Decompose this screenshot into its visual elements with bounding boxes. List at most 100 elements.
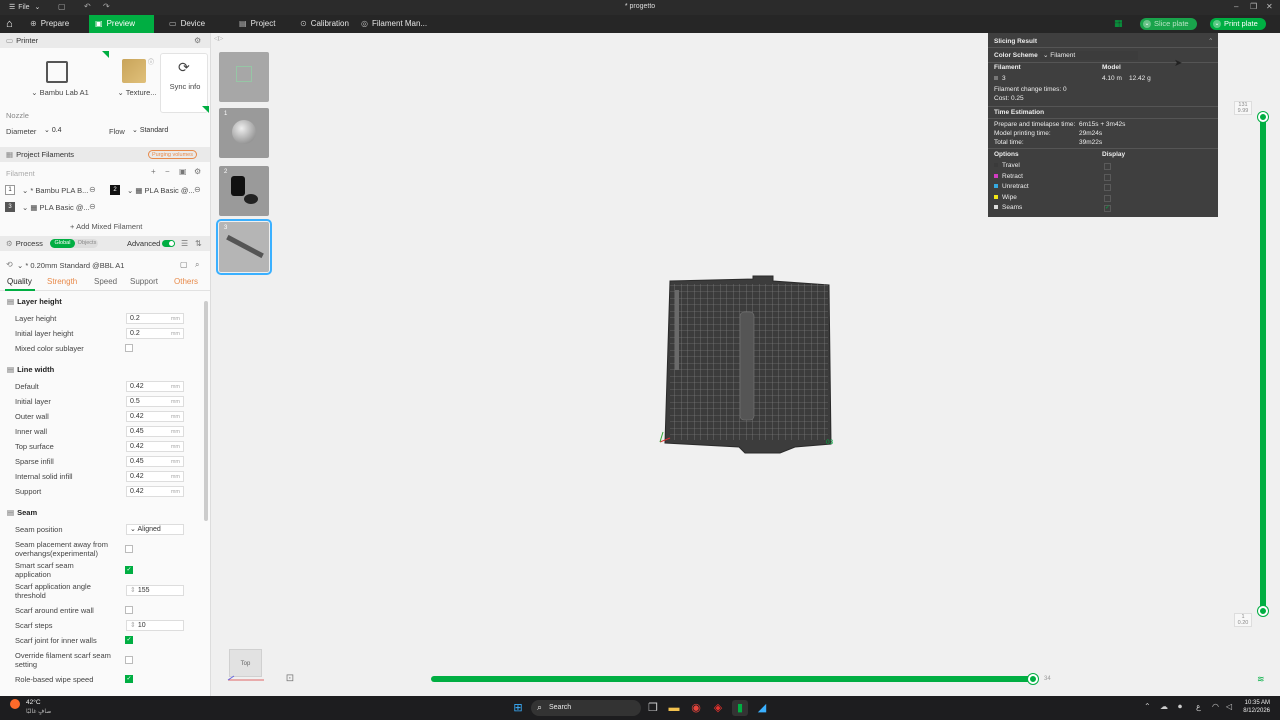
tab-strength[interactable]: Strength [47, 277, 77, 286]
filament-1-select[interactable]: ⌄ * Bambu PLA B... [22, 186, 88, 195]
objects-toggle[interactable]: Objects [76, 239, 98, 248]
wifi-icon[interactable]: ◠ [1212, 702, 1219, 711]
tab-filament-manager[interactable]: ◎ Filament Man... [355, 15, 433, 33]
tab-others[interactable]: Others [174, 277, 198, 286]
option-display-checkbox[interactable] [1104, 194, 1111, 202]
filament-3-edit-icon[interactable]: ⊖ [89, 202, 96, 211]
plate-type-card[interactable]: ⌄ Texture... ⓘ [114, 51, 157, 131]
reset-icon[interactable]: ⟲ [6, 260, 13, 269]
scarf-inner-walls-checkbox[interactable]: ✓ [125, 636, 133, 644]
clock-time[interactable]: 10:35 AM [1236, 700, 1270, 706]
list-icon[interactable]: ☰ [181, 236, 188, 251]
process-scope-toggle[interactable]: Global Objects [50, 239, 98, 248]
purging-volumes-button[interactable]: Purging volumes [148, 150, 197, 159]
option-display-checkbox[interactable] [1104, 163, 1111, 170]
app-icon[interactable]: ◈ [710, 700, 726, 716]
plate-thumb-0[interactable] [219, 52, 269, 102]
compare-icon[interactable]: ⇅ [195, 236, 202, 251]
tray-app-icon[interactable]: ☁ [1160, 702, 1168, 711]
volume-icon[interactable]: ◁ [1226, 702, 1232, 711]
gcode-progress-knob[interactable] [1027, 674, 1038, 684]
slice-plate-button[interactable]: ⌄ Slice plate [1140, 18, 1197, 30]
line-width-input[interactable]: 0.42 mm [126, 486, 184, 497]
tab-support[interactable]: Support [130, 277, 158, 286]
line-width-input[interactable]: 0.45 mm [126, 426, 184, 437]
tab-prepare[interactable]: ⊕ Prepare [24, 15, 75, 33]
line-width-input[interactable]: 0.5 mm [126, 396, 184, 407]
scarf-steps-input[interactable]: ⇕ 10 [126, 620, 184, 631]
remove-filament-icon[interactable]: − [165, 167, 170, 176]
diameter-select[interactable]: ⌄ 0.4 [40, 125, 104, 136]
filament-sync-icon[interactable]: ▣ [179, 167, 187, 176]
language-icon[interactable]: ع [1196, 702, 1201, 711]
fit-view-icon[interactable]: ⊡ [284, 673, 296, 685]
mixed-color-sublayer-checkbox[interactable] [125, 344, 133, 352]
gear-icon[interactable]: ⚙ [194, 33, 201, 48]
line-width-input[interactable]: 0.42 mm [126, 471, 184, 482]
clock-date[interactable]: 8/12/2026 [1236, 708, 1270, 714]
search-icon[interactable]: ⌕ [195, 260, 199, 270]
info-icon[interactable]: ⓘ [148, 57, 154, 66]
gcode-progress-track[interactable] [431, 676, 1036, 682]
microphone-icon[interactable]: ⏺ [1178, 702, 1182, 712]
layer-slider-track[interactable] [1260, 116, 1266, 614]
option-display-checkbox[interactable]: ✓ [1104, 205, 1111, 212]
plate-thumb-1[interactable]: 1 [219, 108, 269, 158]
tray-overflow-icon[interactable]: ⌃ [1144, 702, 1151, 711]
tab-quality[interactable]: Quality [7, 277, 32, 286]
scarf-entire-wall-checkbox[interactable] [125, 606, 133, 614]
filament-3-select[interactable]: ⌄ ▦ PLA Basic @... [22, 203, 90, 212]
layers-icon[interactable]: ≋ [1257, 674, 1265, 685]
plate-thumb-2[interactable]: 2 [219, 166, 269, 216]
layer-slider-top-knob[interactable] [1258, 112, 1268, 122]
app-icon-2[interactable]: ◢ [754, 700, 770, 716]
filament-3-swatch[interactable]: 3 [5, 202, 15, 212]
filament-1-edit-icon[interactable]: ⊖ [89, 185, 96, 194]
add-mixed-filament-button[interactable]: + Add Mixed Filament [70, 222, 142, 231]
line-width-input[interactable]: 0.42 mm [126, 411, 184, 422]
option-display-checkbox[interactable] [1104, 184, 1111, 191]
process-preset-select[interactable]: ⌄ * 0.20mm Standard @BBL A1 [17, 261, 124, 270]
filament-settings-icon[interactable]: ⚙ [194, 167, 201, 176]
add-filament-icon[interactable]: + [151, 167, 156, 176]
global-toggle[interactable]: Global [50, 239, 75, 248]
filament-1-swatch[interactable]: 1 [5, 185, 15, 195]
smart-scarf-checkbox[interactable]: ✓ [125, 566, 133, 574]
print-plate-button[interactable]: ⌄ Print plate [1210, 18, 1266, 30]
close-icon[interactable]: ✕ [1266, 2, 1273, 11]
tab-preview[interactable]: ▣ Preview [89, 15, 154, 33]
filament-2-select[interactable]: ⌄ ▦ PLA Basic @... [127, 186, 195, 195]
home-icon[interactable]: ⌂ [0, 15, 23, 33]
bambu-studio-icon[interactable]: ▮ [732, 700, 748, 716]
tab-device[interactable]: ▭ Device [163, 15, 211, 33]
option-display-checkbox[interactable] [1104, 173, 1111, 181]
role-based-wipe-checkbox[interactable]: ✓ [125, 675, 133, 683]
layer-slider-bottom-knob[interactable] [1258, 606, 1268, 616]
advanced-toggle[interactable] [162, 240, 175, 247]
windows-start-icon[interactable]: ⊞ [510, 700, 526, 716]
collapse-icon[interactable]: ⌃ [1208, 37, 1213, 45]
weather-temp[interactable]: 42°C [26, 699, 41, 706]
seam-overhang-checkbox[interactable] [125, 545, 133, 553]
plate-type[interactable]: ⌄ Texture... [114, 88, 160, 97]
weather-icon[interactable] [10, 699, 20, 709]
override-scarf-checkbox[interactable] [125, 656, 133, 664]
sync-info-button[interactable]: ⟳ Sync info [160, 53, 208, 113]
task-view-icon[interactable]: ❐ [645, 700, 661, 716]
plate-thumb-3[interactable]: 3 [216, 219, 272, 275]
line-width-input[interactable]: 0.42 mm [126, 381, 184, 392]
color-scheme-select[interactable]: ⌄ Filament [1040, 51, 1138, 60]
filament-2-swatch[interactable]: 2 [110, 185, 120, 195]
view-cube[interactable]: Top [229, 649, 262, 677]
initial-layer-height-input[interactable]: 0.2 mm [126, 328, 184, 339]
collapse-panel-icon[interactable]: ◁▷ [214, 35, 223, 42]
scarf-angle-input[interactable]: ⇕ 155 [126, 585, 184, 596]
flow-select[interactable]: ⌄ Standard [128, 125, 200, 136]
chrome-icon[interactable]: ◉ [688, 700, 704, 716]
tab-project[interactable]: ▤ Project [233, 15, 281, 33]
settings-scrollbar[interactable] [204, 301, 208, 521]
filament-2-edit-icon[interactable]: ⊖ [194, 185, 201, 194]
maximize-icon[interactable]: ❐ [1250, 2, 1257, 11]
line-width-input[interactable]: 0.42 mm [126, 441, 184, 452]
file-explorer-icon[interactable]: ▬ [666, 700, 682, 716]
